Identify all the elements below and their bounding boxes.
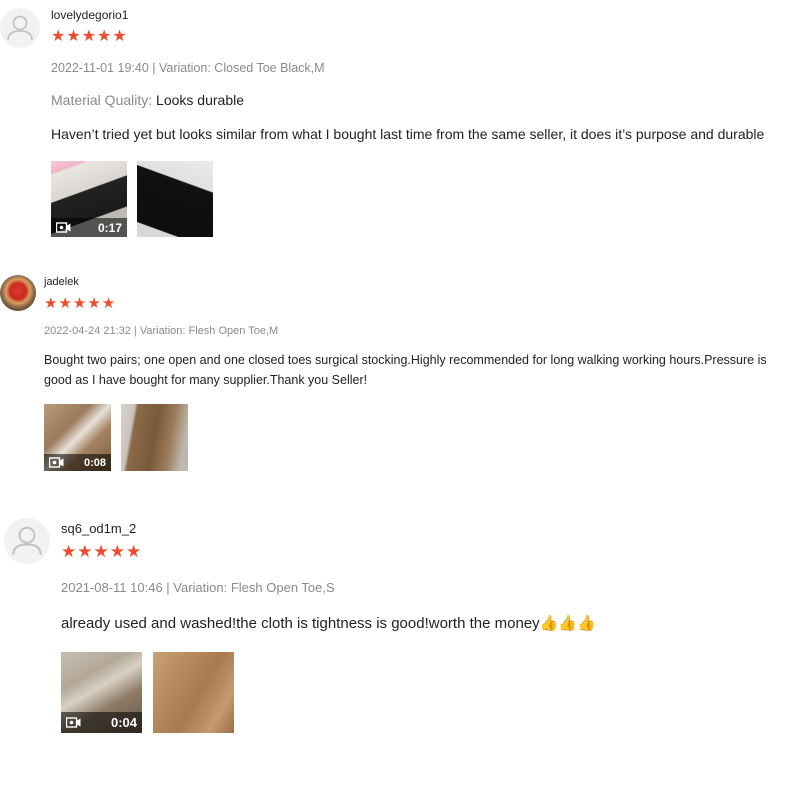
- material-quality-value: Looks durable: [156, 92, 244, 108]
- video-duration: 0:17: [97, 220, 122, 235]
- default-avatar-icon[interactable]: [0, 8, 40, 48]
- review-comment: already used and washed!the cloth is tig…: [61, 615, 596, 632]
- review-comment: Haven’t tried yet but looks similar from…: [51, 126, 765, 142]
- review-meta: 2021-08-11 10:46 | Variation: Flesh Open…: [61, 580, 335, 595]
- material-quality: Material Quality: Looks durable: [51, 92, 451, 108]
- user-avatar[interactable]: [0, 275, 36, 311]
- review-comment-line-2: good as I have bought for many supplier.…: [44, 373, 368, 387]
- default-avatar-icon[interactable]: [4, 518, 50, 564]
- review-username[interactable]: sq6_od1m_2: [61, 521, 261, 536]
- star-rating: ★★★★★: [51, 28, 128, 45]
- star-rating: ★★★★★: [44, 295, 117, 312]
- star-rating: ★★★★★: [61, 542, 143, 561]
- media-row: 0:04: [61, 652, 244, 733]
- video-camera-icon: [56, 222, 71, 233]
- video-thumbnail[interactable]: 0:17: [51, 161, 127, 237]
- review-meta: 2022-04-24 21:32 | Variation: Flesh Open…: [44, 325, 279, 337]
- video-duration-bar: 0:17: [51, 218, 127, 237]
- video-duration-bar: 0:04: [61, 712, 142, 733]
- photo-thumbnail[interactable]: [121, 404, 188, 471]
- video-thumbnail[interactable]: 0:04: [61, 652, 142, 733]
- review-username[interactable]: jadelek: [44, 276, 244, 288]
- media-row: 0:08: [44, 404, 198, 471]
- review-username[interactable]: lovelydegorio1: [51, 8, 251, 22]
- material-quality-label: Material Quality:: [51, 92, 153, 108]
- video-duration: 0:04: [110, 715, 137, 730]
- photo-thumbnail[interactable]: [153, 652, 234, 733]
- review-comment: Bought two pairs; one open and one close…: [44, 353, 767, 367]
- media-row: 0:17: [51, 161, 223, 237]
- photo-thumbnail[interactable]: [137, 161, 213, 237]
- video-duration: 0:08: [83, 456, 106, 469]
- video-thumbnail[interactable]: 0:08: [44, 404, 111, 471]
- video-camera-icon: [66, 717, 81, 728]
- video-duration-bar: 0:08: [44, 454, 111, 471]
- review-meta: 2022-11-01 19:40 | Variation: Closed Toe…: [51, 61, 325, 75]
- video-camera-icon: [49, 457, 64, 468]
